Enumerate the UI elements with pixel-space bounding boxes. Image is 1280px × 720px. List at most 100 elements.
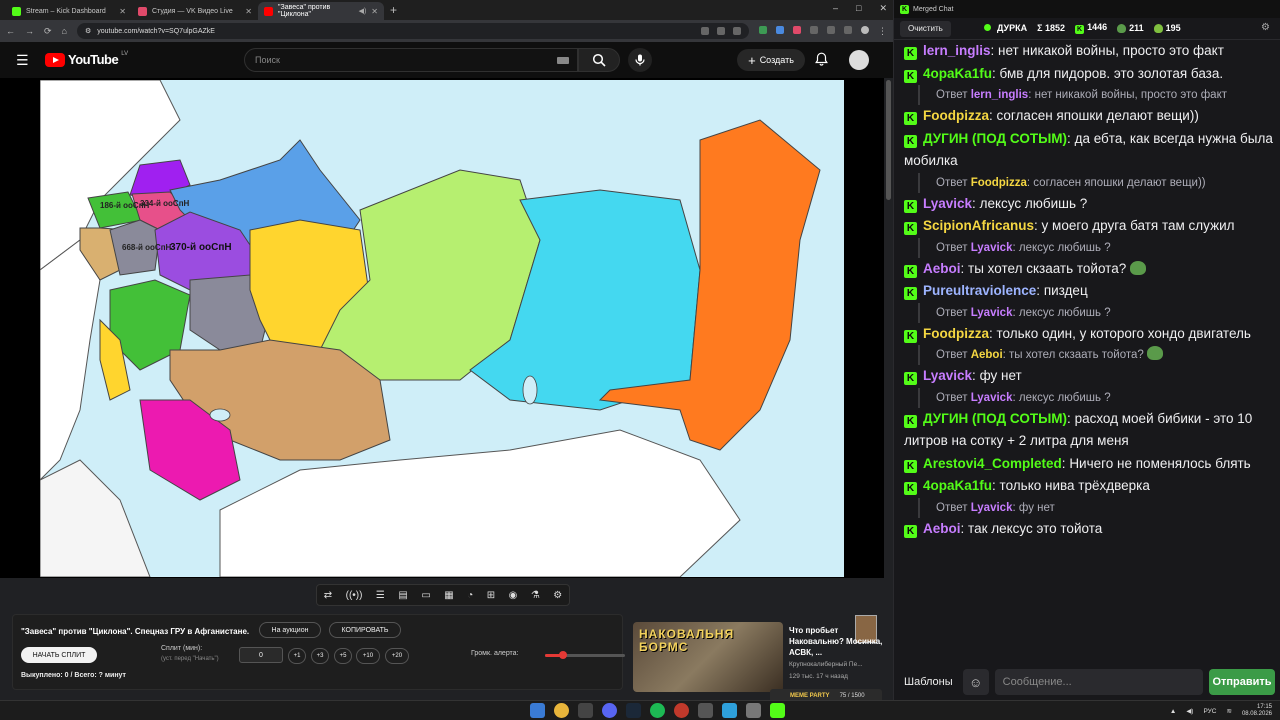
obs-icon[interactable] xyxy=(578,703,593,718)
increment-button[interactable]: +5 xyxy=(334,648,352,664)
auction-button[interactable]: На аукцион xyxy=(259,622,321,638)
sidebar-icon[interactable] xyxy=(844,25,852,34)
chat-username[interactable]: Aeboi xyxy=(923,261,961,276)
send-button[interactable]: Отправить xyxy=(1209,669,1275,695)
app-icon[interactable] xyxy=(698,703,713,718)
forward-icon[interactable]: → xyxy=(25,26,34,36)
recommended-thumbnail[interactable]: НАКОВАЛЬНЯ БОРМС xyxy=(633,622,783,692)
subtitles-icon[interactable]: ▦ xyxy=(444,590,453,601)
clock[interactable]: 17:15 08.08.2026 xyxy=(1242,704,1272,718)
templates-button[interactable]: Шаблоны xyxy=(900,672,957,692)
recommended-channel[interactable]: Крупнокалиберный Пе... xyxy=(789,661,863,668)
extension-icon[interactable] xyxy=(759,25,767,34)
wifi-icon[interactable]: ≋ xyxy=(1227,707,1232,715)
alert-volume-slider[interactable] xyxy=(545,651,625,659)
chat-username[interactable]: Lyavick xyxy=(971,307,1013,319)
download-icon[interactable] xyxy=(717,27,725,35)
chat-username[interactable]: 4opaKa1fu xyxy=(923,66,992,81)
notifications-bell-icon[interactable] xyxy=(815,52,828,69)
speed-icon[interactable]: ◔ xyxy=(467,590,473,601)
chat-username[interactable]: Lyavick xyxy=(971,242,1013,254)
language-indicator[interactable]: РУС xyxy=(1203,708,1216,715)
create-button[interactable]: + Создать xyxy=(737,49,805,71)
app-icon[interactable] xyxy=(674,703,689,718)
settings-gear-icon[interactable]: ⚙ xyxy=(1261,22,1270,33)
tab-youtube[interactable]: "Завеса" против "Циклона" ◀) ✕ xyxy=(258,2,384,20)
chat-username[interactable]: lern_inglis xyxy=(923,43,991,58)
message-input[interactable]: Сообщение... xyxy=(994,669,1203,695)
chat-username[interactable]: Aeboi xyxy=(971,349,1003,361)
extension-icon[interactable] xyxy=(776,25,784,34)
increment-button[interactable]: +10 xyxy=(356,648,380,664)
kick-icon[interactable] xyxy=(770,703,785,718)
reload-icon[interactable]: ⟳ xyxy=(44,26,52,37)
increment-button[interactable]: +20 xyxy=(385,648,409,664)
telegram-icon[interactable] xyxy=(722,703,737,718)
increment-button[interactable]: +1 xyxy=(288,648,306,664)
flask-icon[interactable]: ⚗ xyxy=(531,590,540,601)
tray-chevron-icon[interactable]: ▲ xyxy=(1170,708,1176,715)
chat-username[interactable]: Foodpizza xyxy=(923,326,989,341)
site-info-icon[interactable]: ⚙ xyxy=(85,27,91,35)
chat-username[interactable]: Aeboi xyxy=(923,521,961,536)
gear-icon[interactable]: ⚙ xyxy=(553,590,562,601)
copy-button[interactable]: КОПИРОВАТЬ xyxy=(329,622,401,638)
broadcast-icon[interactable]: ((•)) xyxy=(346,590,363,601)
increment-button[interactable]: +3 xyxy=(311,648,329,664)
home-icon[interactable]: ⌂ xyxy=(62,26,67,36)
chat-username[interactable]: Foodpizza xyxy=(923,108,989,123)
recommended-video[interactable]: НАКОВАЛЬНЯ БОРМС Что пробьет Наковальню?… xyxy=(633,622,883,692)
zoom-icon[interactable] xyxy=(701,27,709,35)
clear-button[interactable]: Очистить xyxy=(900,20,951,37)
search-button[interactable] xyxy=(578,48,620,72)
frame-icon[interactable]: ▭ xyxy=(421,590,430,601)
tab-vk[interactable]: Студия — VK Видео Live ✕ xyxy=(132,2,258,20)
new-tab-icon[interactable]: + xyxy=(390,3,397,17)
close-icon[interactable]: ✕ xyxy=(245,7,252,16)
chat-username[interactable]: Lyavick xyxy=(923,196,972,211)
close-icon[interactable]: ✕ xyxy=(119,7,126,16)
add-icon[interactable]: ⊞ xyxy=(487,590,495,601)
chat-username[interactable]: Lyavick xyxy=(923,368,972,383)
chat-username[interactable]: Pureultraviolence xyxy=(923,283,1036,298)
scroll-thumb[interactable] xyxy=(886,80,891,200)
app-icon[interactable] xyxy=(746,703,761,718)
chrome-icon[interactable] xyxy=(554,703,569,718)
recommended-title[interactable]: Что пробьет Наковальню? Мосинка, АСВК, .… xyxy=(789,625,883,658)
chat-username[interactable]: 4opaKa1fu xyxy=(923,478,992,493)
discord-icon[interactable] xyxy=(602,703,617,718)
chat-username[interactable]: ДУГИН (ПОД СОТЫМ) xyxy=(923,131,1067,146)
minimize-icon[interactable]: – xyxy=(833,3,838,14)
hamburger-menu-icon[interactable]: ☰ xyxy=(16,52,29,69)
audio-icon[interactable]: ◀) xyxy=(359,7,367,15)
puzzle-icon[interactable] xyxy=(827,25,835,34)
url-field[interactable]: ⚙ youtube.com/watch?v=SQ7ulpGAZkE xyxy=(76,23,749,39)
profile-icon[interactable] xyxy=(861,25,869,34)
maximize-icon[interactable]: □ xyxy=(856,3,861,14)
avatar[interactable] xyxy=(849,50,869,70)
chat-username[interactable]: Lyavick xyxy=(971,502,1013,514)
playlist-icon[interactable]: ☰ xyxy=(376,590,385,601)
chat-username[interactable]: lern_inglis xyxy=(971,89,1029,101)
close-icon[interactable]: ✕ xyxy=(371,7,378,16)
screenshot-icon[interactable]: ◉ xyxy=(509,590,518,601)
steam-icon[interactable] xyxy=(626,703,641,718)
menu-icon[interactable]: ⋮ xyxy=(878,26,887,37)
page-scrollbar[interactable] xyxy=(884,78,893,700)
extension-icon[interactable] xyxy=(793,25,801,34)
slider-knob[interactable] xyxy=(558,651,567,659)
emoji-icon[interactable]: ☺ xyxy=(962,669,989,695)
youtube-logo[interactable]: YouTube LV xyxy=(45,51,128,67)
voice-search-button[interactable] xyxy=(628,48,652,72)
start-split-button[interactable]: НАЧАТЬ СПЛИТ xyxy=(21,647,97,663)
chat-username[interactable]: Lyavick xyxy=(971,392,1013,404)
chat-username[interactable]: Arestovi4_Completed xyxy=(923,456,1062,471)
search-input[interactable]: Поиск xyxy=(244,48,578,72)
chat-username[interactable]: ScipionAfricanus xyxy=(923,218,1034,233)
spotify-icon[interactable] xyxy=(650,703,665,718)
chat-username[interactable]: Foodpizza xyxy=(971,177,1027,189)
keyboard-icon[interactable] xyxy=(557,57,569,64)
close-window-icon[interactable]: ✕ xyxy=(879,3,887,14)
loop-icon[interactable]: ⇄ xyxy=(324,590,332,601)
start-icon[interactable] xyxy=(530,703,545,718)
